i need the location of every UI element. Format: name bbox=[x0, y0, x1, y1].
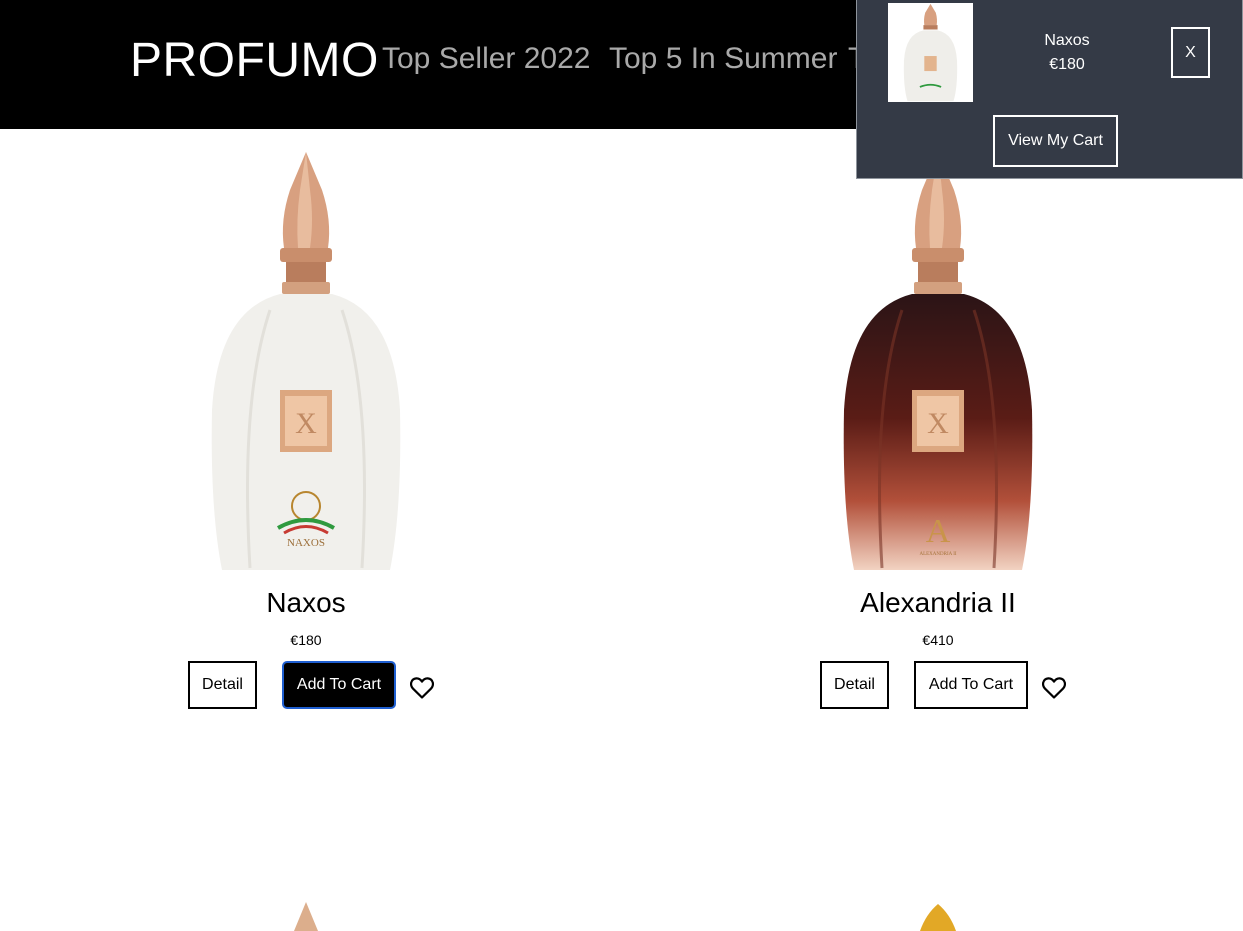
product-name: Alexandria II bbox=[860, 587, 1016, 618]
add-to-cart-button[interactable]: Add To Cart bbox=[282, 661, 396, 709]
view-my-cart-button[interactable]: View My Cart bbox=[993, 115, 1118, 167]
product-image-partial bbox=[210, 900, 402, 931]
heart-outline-icon[interactable] bbox=[1042, 677, 1066, 699]
heart-outline-icon[interactable] bbox=[410, 677, 434, 699]
product-price: €410 bbox=[922, 632, 954, 648]
mini-cart-dropdown: Naxos €180 X View My Cart bbox=[856, 0, 1243, 179]
detail-button[interactable]: Detail bbox=[820, 661, 889, 709]
bottle-label-text: NAXOS bbox=[287, 537, 325, 549]
product-name: Naxos bbox=[266, 587, 346, 618]
nav-top-5-in-summer[interactable]: Top 5 In Summer bbox=[609, 42, 837, 76]
cart-item-thumbnail bbox=[888, 3, 973, 102]
bottle-monogram: X bbox=[295, 407, 317, 440]
add-to-cart-button[interactable]: Add To Cart bbox=[914, 661, 1028, 709]
bottle-label-initial: A bbox=[926, 513, 951, 550]
bottle-monogram: X bbox=[927, 407, 949, 440]
site-logo[interactable]: PROFUMO bbox=[130, 33, 379, 88]
detail-button[interactable]: Detail bbox=[188, 661, 257, 709]
bottle-label-text: ALEXANDRIA II bbox=[919, 552, 956, 557]
cart-item-price: €180 bbox=[1049, 56, 1085, 73]
nav-top-seller-2022[interactable]: Top Seller 2022 bbox=[382, 42, 590, 76]
close-icon[interactable]: X bbox=[1171, 27, 1210, 78]
product-image-naxos: X NAXOS bbox=[210, 150, 402, 578]
product-image-partial bbox=[842, 900, 1034, 931]
product-image-alexandria-ii: X A ALEXANDRIA II bbox=[842, 150, 1034, 578]
cart-item-name: Naxos bbox=[1044, 32, 1090, 49]
product-price: €180 bbox=[290, 632, 322, 648]
